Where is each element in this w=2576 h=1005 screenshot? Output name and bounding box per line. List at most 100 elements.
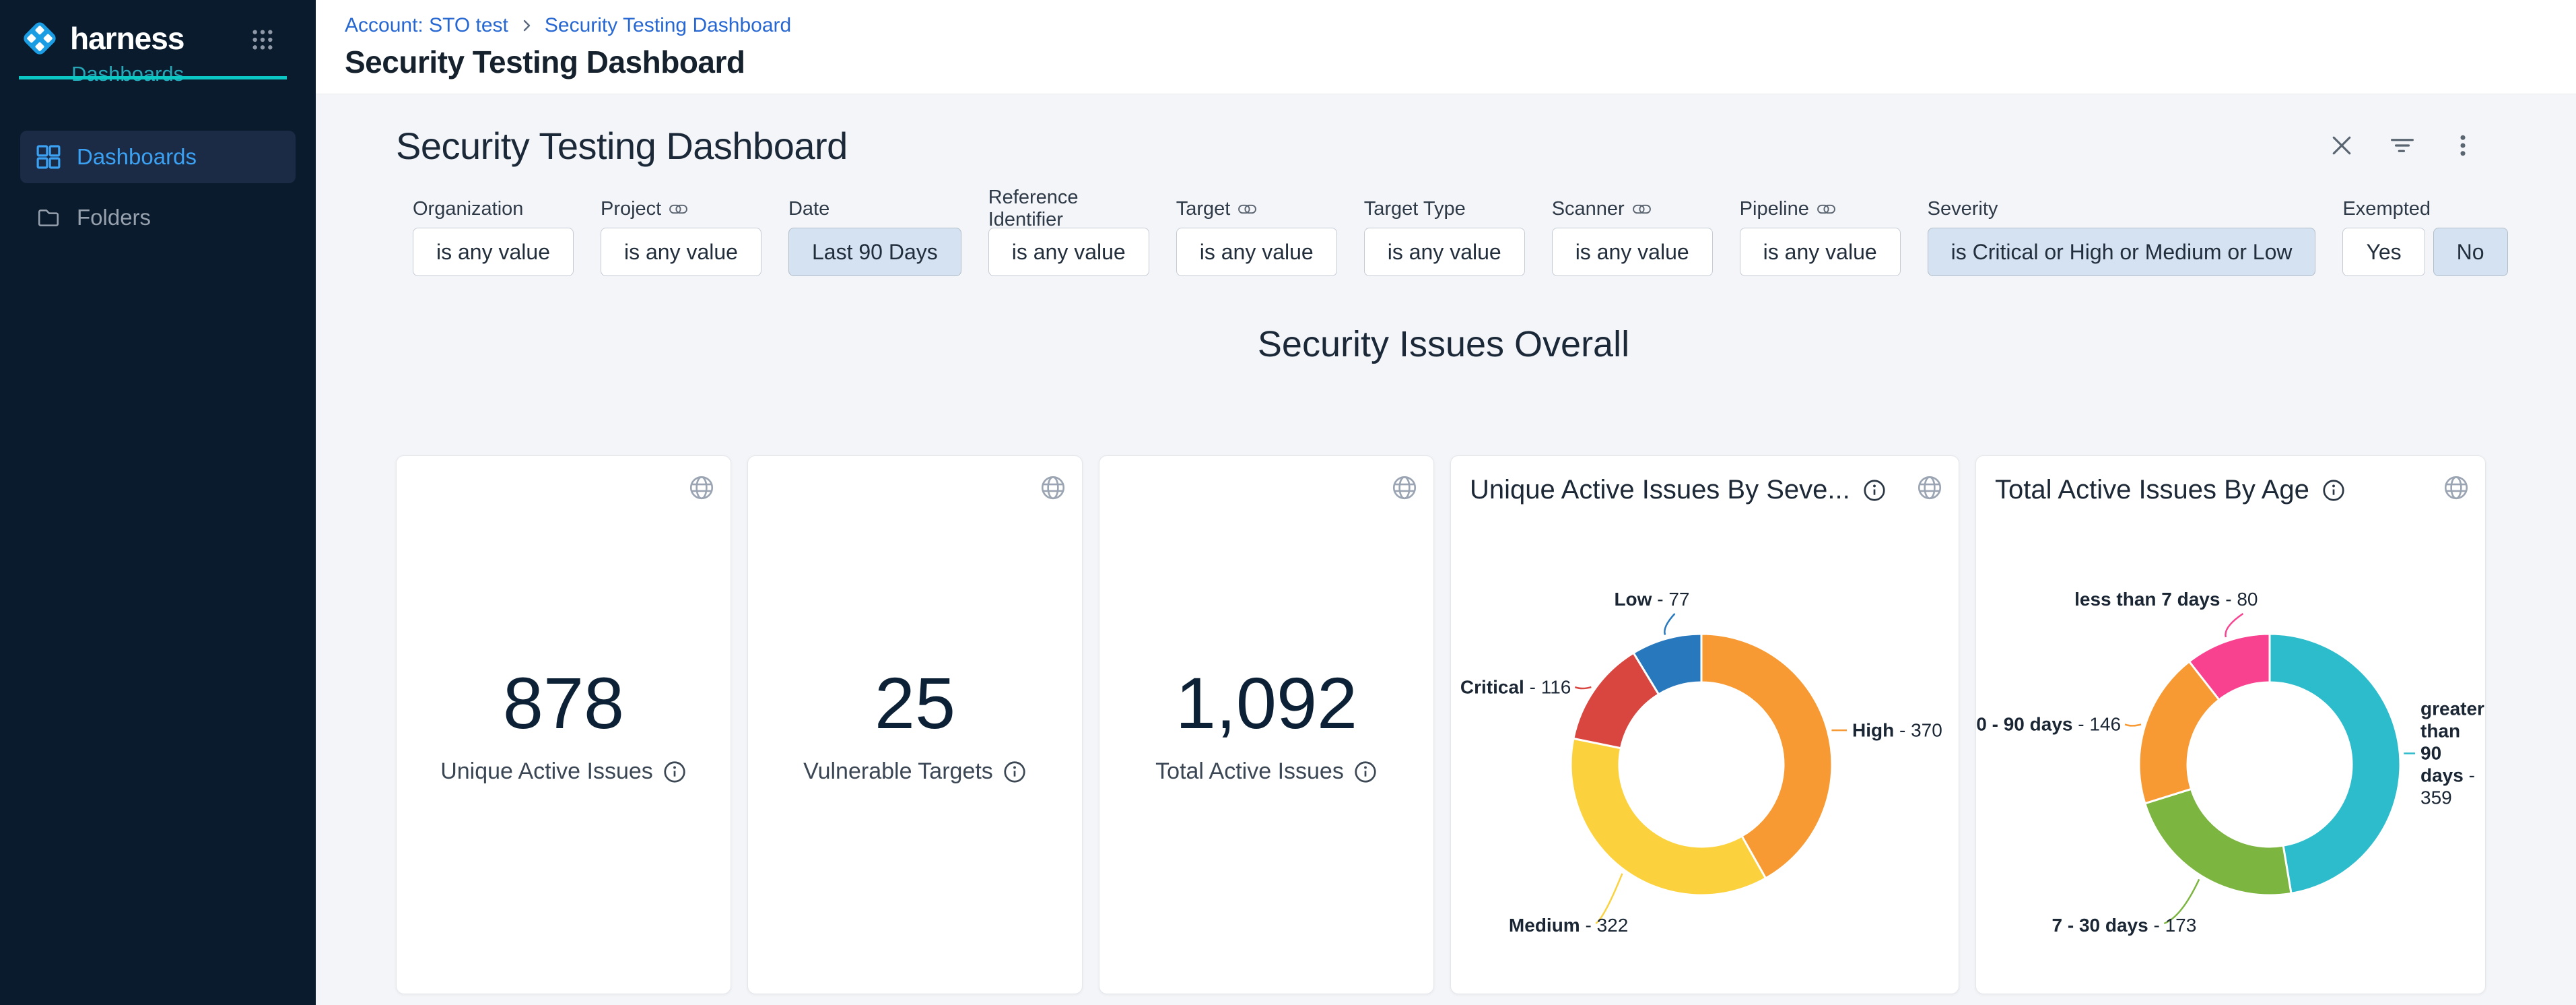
filter-group: Targetis any value [1176, 197, 1337, 276]
filter-values: is any value [1552, 228, 1713, 276]
sidebar-header: harness Dashboards [0, 0, 316, 86]
filter-group: Pipeline is any value [1740, 197, 1901, 276]
stat-label: Total Active Issues [1155, 758, 1378, 785]
close-icon[interactable] [2328, 132, 2355, 159]
filter-group: Organization is any value [413, 197, 574, 276]
filter-icon[interactable] [2389, 132, 2416, 159]
globe-icon[interactable] [1916, 474, 1944, 502]
filter-value-button[interactable]: No [2433, 228, 2508, 276]
page-title: Security Testing Dashboard [345, 44, 2576, 80]
stat-value: 25 [875, 665, 955, 741]
breadcrumb-page-link[interactable]: Security Testing Dashboard [545, 14, 791, 37]
globe-icon[interactable] [2442, 474, 2470, 502]
donut-chart: greater than 90 days - 359 7 - 30 days - … [1976, 456, 2485, 994]
cards-row: 878 Unique Active Issues 25 Vulnerable Targ… [396, 455, 2491, 994]
stat-value: 1,092 [1176, 665, 1357, 741]
donut-slice[interactable] [2270, 634, 2400, 893]
filter-values: is any value [1176, 228, 1337, 276]
donut-chart: High - 370Medium - 322Critical - 116Low … [1451, 456, 1959, 994]
info-icon[interactable] [1353, 760, 1378, 784]
chart-title: Total Active Issues By Age [1995, 475, 2431, 505]
slice-label: Critical - 116 [1460, 676, 1571, 699]
folder-icon [36, 205, 61, 230]
sidebar-item-dashboards[interactable]: Dashboards [20, 131, 296, 183]
dashboard-actions [2328, 132, 2476, 159]
filter-label: Organization [413, 197, 574, 221]
chart-card: Total Active Issues By Agegreater than 9… [1975, 455, 2486, 994]
filter-value-button[interactable]: is any value [988, 228, 1149, 276]
filter-label: Exempted [2342, 197, 2507, 221]
filter-values: is any value [1740, 228, 1901, 276]
stat-card: 25 Vulnerable Targets [747, 455, 1083, 994]
module-name: Dashboards [71, 62, 297, 86]
filter-values: is any value [601, 228, 761, 276]
filter-value-button[interactable]: is any value [1364, 228, 1525, 276]
stat-card: 878 Unique Active Issues [396, 455, 731, 994]
filter-bar: Organization is any value Project is any va… [396, 197, 2491, 276]
filter-group: Project is any value [601, 197, 761, 276]
stat-label: Unique Active Issues [440, 758, 687, 785]
globe-icon[interactable] [687, 474, 716, 502]
dashboard-title: Security Testing Dashboard [396, 124, 848, 168]
info-icon[interactable] [663, 760, 687, 784]
filter-values: Last 90 Days [788, 228, 961, 276]
donut-slice[interactable] [1571, 738, 1766, 895]
info-icon[interactable] [1862, 478, 1887, 502]
filter-values: is any value [1364, 228, 1525, 276]
filter-group: Target Type is any value [1364, 197, 1525, 276]
filter-value-button[interactable]: is Critical or High or Medium or Low [1928, 228, 2316, 276]
sidebar-item-label: Folders [77, 205, 151, 230]
harness-logo-icon [19, 18, 61, 59]
slice-label: Medium - 322 [1509, 914, 1628, 936]
topbar: Account: STO test Security Testing Dashb… [316, 0, 2576, 94]
filter-label: Date [788, 197, 961, 221]
sidebar-nav: Dashboards Folders [0, 131, 316, 244]
module-switcher-grid-icon[interactable] [251, 28, 274, 51]
donut-slice[interactable] [2145, 789, 2291, 895]
chart-card: Unique Active Issues By Seve...High - 37… [1450, 455, 1959, 994]
chart-title: Unique Active Issues By Seve... [1470, 475, 1905, 505]
filter-value-button[interactable]: is any value [1740, 228, 1901, 276]
info-icon[interactable] [2321, 478, 2346, 502]
filter-label: Target Type [1364, 197, 1525, 221]
breadcrumb-account-link[interactable]: Account: STO test [345, 14, 508, 37]
filter-values: YesNo [2342, 228, 2507, 276]
app-root: harness Dashboards Dashboards Folders Acc… [0, 0, 2576, 1005]
filter-values: is any value [413, 228, 574, 276]
stat-value: 878 [503, 665, 624, 741]
filter-value-button[interactable]: is any value [1552, 228, 1713, 276]
filter-label: Severity [1928, 197, 2316, 221]
section-title: Security Issues Overall [396, 323, 2491, 365]
donut-slice[interactable] [1701, 634, 1832, 878]
filter-label: Scanner [1552, 197, 1713, 221]
kebab-menu-icon[interactable] [2449, 132, 2476, 159]
globe-icon[interactable] [1039, 474, 1067, 502]
slice-label: Low - 77 [1614, 588, 1689, 610]
main-column: Account: STO test Security Testing Dashb… [316, 0, 2576, 1005]
globe-icon[interactable] [1390, 474, 1419, 502]
filter-value-button[interactable]: Last 90 Days [788, 228, 961, 276]
sidebar-item-folders[interactable]: Folders [20, 191, 296, 244]
filter-value-button[interactable]: Yes [2342, 228, 2425, 276]
slice-label: 7 - 30 days - 173 [2052, 914, 2197, 936]
filter-value-button[interactable]: is any value [1176, 228, 1337, 276]
chevron-right-icon [519, 18, 534, 33]
link-icon [1633, 204, 1651, 214]
sidebar-item-label: Dashboards [77, 144, 197, 170]
filter-group: Reference Identifieris any value [988, 197, 1149, 276]
stat-label: Vulnerable Targets [803, 758, 1027, 785]
slice-label: 30 - 90 days - 146 [1975, 713, 2121, 736]
filter-group: Severity is Critical or High or Medium or… [1928, 197, 2316, 276]
slice-label: greater than 90 days - 359 [2420, 698, 2481, 809]
filter-value-button[interactable]: is any value [601, 228, 761, 276]
slice-label: less than 7 days - 80 [2074, 588, 2258, 610]
filter-group: Exempted YesNo [2342, 197, 2507, 276]
filter-value-button[interactable]: is any value [413, 228, 574, 276]
dashboards-grid-icon [36, 145, 61, 169]
stat-card: 1,092 Total Active Issues [1099, 455, 1434, 994]
info-icon[interactable] [1003, 760, 1027, 784]
filter-label: Project [601, 197, 761, 221]
sidebar: harness Dashboards Dashboards Folders [0, 0, 316, 1005]
link-icon [669, 204, 687, 214]
filter-label: Pipeline [1740, 197, 1901, 221]
